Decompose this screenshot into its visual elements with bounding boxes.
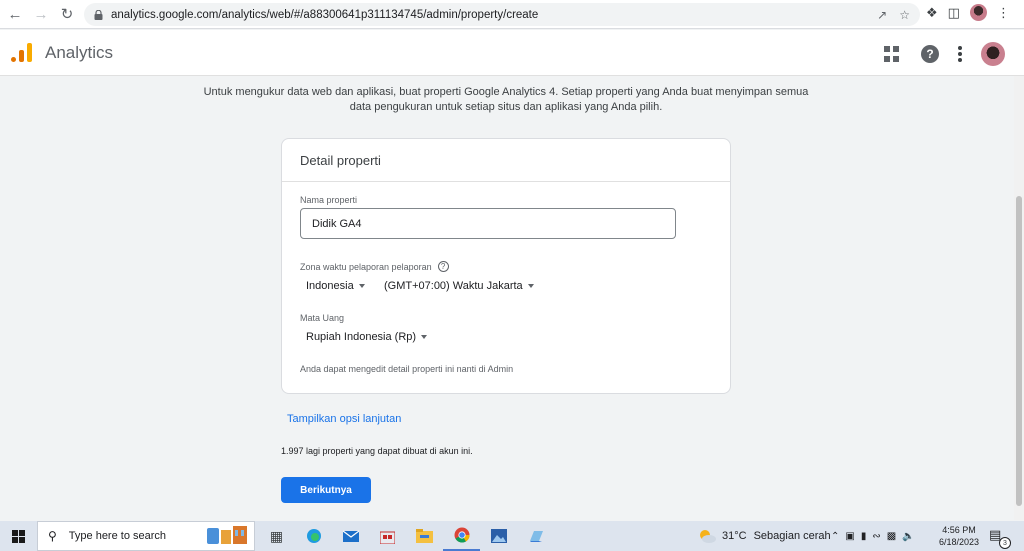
card-title: Detail properti	[282, 139, 730, 182]
page-scrollbar[interactable]	[1014, 76, 1024, 520]
profile-avatar[interactable]	[969, 4, 987, 21]
windows-taskbar: ⚲ Type here to search ▦ 31°C Sebagian ce…	[0, 521, 1024, 551]
windows-start-icon[interactable]	[12, 529, 25, 543]
timezone-value: (GMT+07:00) Waktu Jakarta	[384, 280, 523, 292]
chrome-icon[interactable]	[443, 521, 480, 551]
system-tray: ⌃ ▣ ▮ ∾ ▩ 🔈	[831, 521, 915, 551]
chevron-down-icon	[527, 284, 534, 288]
clock-time: 4:56 PM	[942, 525, 976, 535]
apps-grid-icon[interactable]	[884, 46, 900, 62]
weather-widget[interactable]: 31°C Sebagian cerah	[697, 521, 831, 551]
lock-icon[interactable]	[94, 9, 103, 20]
currency-value: Rupiah Indonesia (Rp)	[306, 331, 417, 343]
country-value: Indonesia	[306, 280, 354, 292]
edit-later-note: Anda dapat mengedit detail properti ini …	[300, 364, 514, 374]
account-avatar[interactable]	[981, 42, 1005, 66]
weather-desc: Sebagian cerah	[753, 530, 831, 542]
volume-icon[interactable]: 🔈	[902, 531, 914, 542]
taskbar-search-placeholder[interactable]: Type here to search	[69, 530, 166, 542]
clock-date: 6/18/2023	[938, 537, 980, 547]
device-icon[interactable]: ▣	[845, 531, 854, 542]
taskbar-apps: ▦	[258, 521, 554, 551]
currency-label: Mata Uang	[300, 313, 345, 323]
chevron-down-icon	[358, 284, 365, 288]
share-icon[interactable]: ↗	[877, 8, 887, 22]
app-title[interactable]: Analytics	[45, 43, 113, 63]
weather-sun-cloud-icon	[700, 530, 716, 543]
timezone-select[interactable]: (GMT+07:00) Waktu Jakarta	[384, 280, 534, 292]
file-explorer-icon[interactable]	[406, 521, 443, 551]
scrollbar-thumb[interactable]	[1016, 196, 1022, 506]
task-view-icon[interactable]: ▦	[258, 521, 295, 551]
intro-text: Untuk mengukur data web dan aplikasi, bu…	[203, 86, 809, 113]
app-window-icon[interactable]	[517, 521, 554, 551]
store-icon[interactable]	[369, 521, 406, 551]
star-icon[interactable]: ☆	[899, 8, 910, 22]
show-advanced-options-link[interactable]: Tampilkan opsi lanjutan	[287, 413, 401, 425]
browser-toolbar: ← → ↻ analytics.google.com/analytics/web…	[0, 0, 1024, 29]
weather-temp: 31°C	[722, 530, 747, 542]
back-icon[interactable]: ←	[4, 3, 26, 25]
display-icon[interactable]: ▩	[887, 531, 896, 542]
mail-icon[interactable]	[332, 521, 369, 551]
side-panel-icon[interactable]: ◫	[948, 5, 960, 21]
wifi-icon[interactable]: ∾	[872, 531, 880, 542]
search-highlight-icon[interactable]	[205, 524, 251, 548]
remaining-properties-text: 1.997 lagi properti yang dapat dibuat di…	[281, 446, 473, 456]
chevron-up-icon[interactable]: ⌃	[831, 531, 839, 542]
analytics-logo-icon[interactable]	[11, 42, 33, 64]
url-text[interactable]: analytics.google.com/analytics/web/#/a88…	[111, 9, 877, 21]
country-select[interactable]: Indonesia	[306, 280, 365, 292]
edge-icon[interactable]	[295, 521, 332, 551]
photos-icon[interactable]	[480, 521, 517, 551]
search-icon: ⚲	[48, 529, 57, 543]
analytics-header: Analytics ?	[0, 30, 1024, 76]
more-vert-icon[interactable]	[958, 46, 962, 62]
browser-menu-icon[interactable]: ⋮	[997, 5, 1010, 21]
help-icon[interactable]: ?	[921, 45, 939, 63]
property-name-input[interactable]	[300, 208, 676, 239]
taskbar-clock[interactable]: 4:56 PM 6/18/2023	[938, 524, 980, 548]
timezone-label-row: Zona waktu pelaporan pelaporan ?	[300, 261, 449, 272]
address-bar[interactable]: analytics.google.com/analytics/web/#/a88…	[84, 3, 920, 26]
timezone-label: Zona waktu pelaporan pelaporan	[300, 261, 432, 272]
notification-badge: 3	[999, 537, 1011, 549]
battery-icon[interactable]: ▮	[861, 531, 867, 542]
chevron-down-icon	[421, 335, 428, 339]
forward-icon[interactable]: →	[30, 3, 52, 25]
reload-icon[interactable]: ↻	[56, 3, 78, 25]
extensions-icon[interactable]: ❖	[926, 5, 938, 21]
next-button[interactable]: Berikutnya	[281, 477, 371, 503]
timezone-help-icon[interactable]: ?	[437, 261, 449, 272]
property-details-card: Detail properti Nama properti Zona waktu…	[281, 138, 731, 394]
property-name-label: Nama properti	[300, 195, 358, 205]
currency-select[interactable]: Rupiah Indonesia (Rp)	[306, 331, 428, 343]
